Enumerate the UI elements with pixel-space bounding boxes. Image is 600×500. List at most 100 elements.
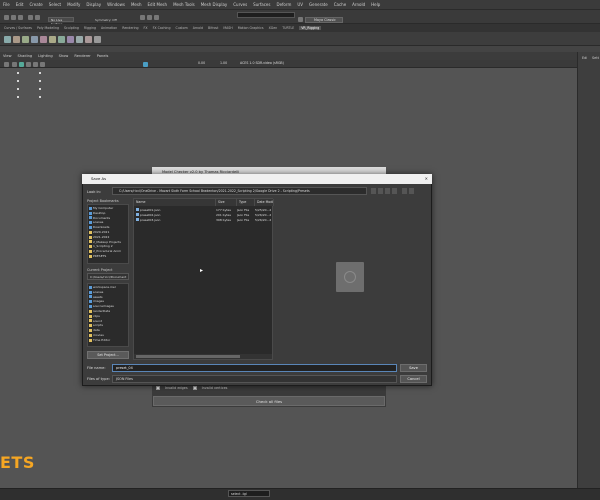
shelf-tab-7[interactable]: FX Caching xyxy=(153,26,171,30)
menu-item-13[interactable]: Deform xyxy=(276,2,291,7)
render-settings-icon[interactable] xyxy=(154,15,159,20)
shelf-tool-6-icon[interactable] xyxy=(49,36,56,43)
menu-item-0[interactable]: File xyxy=(3,2,10,7)
shelf-tool-1-icon[interactable] xyxy=(4,36,11,43)
menu-item-4[interactable]: Modify xyxy=(67,2,80,7)
viewport-menu-0[interactable]: View xyxy=(3,54,12,58)
camera-icon[interactable] xyxy=(4,61,9,67)
textured-icon[interactable] xyxy=(26,61,31,67)
menu-item-15[interactable]: Generate xyxy=(309,2,328,7)
save-button[interactable]: Save xyxy=(400,364,427,372)
shelf-tool-10-icon[interactable] xyxy=(85,36,92,43)
menu-item-5[interactable]: Display xyxy=(86,2,101,7)
current-project-select[interactable]: C:/Users/ricci/Document xyxy=(87,273,129,280)
search-input[interactable] xyxy=(237,12,295,18)
forward-icon[interactable] xyxy=(378,188,383,194)
shelf-tab-9[interactable]: Arnold xyxy=(193,26,203,30)
shelf-tab-1[interactable]: Poly Modeling xyxy=(37,26,59,30)
shelf-tab-2[interactable]: Sculpting xyxy=(64,26,79,30)
viewport-menu-3[interactable]: Show xyxy=(59,54,69,58)
menu-item-1[interactable]: Edit xyxy=(16,2,24,7)
menu-item-8[interactable]: Edit Mesh xyxy=(148,2,168,7)
command-input[interactable]: select -tgl xyxy=(228,490,270,497)
up-folder-icon[interactable] xyxy=(385,188,390,194)
check-all-files-button[interactable]: Check all files xyxy=(153,396,385,406)
menu-item-12[interactable]: Surfaces xyxy=(253,2,270,7)
project-folder-item[interactable]: Time Editor xyxy=(89,338,127,343)
menu-item-2[interactable]: Create xyxy=(29,2,42,7)
set-project-button[interactable]: Set Project... xyxy=(87,351,129,359)
files-of-type-select[interactable]: JSON Files xyxy=(112,375,397,383)
shelf-tool-11-icon[interactable] xyxy=(94,36,101,43)
menu-item-10[interactable]: Mesh Display xyxy=(201,2,228,7)
shadows-icon[interactable] xyxy=(40,61,45,67)
column-name[interactable]: Name xyxy=(134,199,216,206)
save-scene-icon[interactable] xyxy=(18,15,23,20)
menu-item-17[interactable]: Arnold xyxy=(352,2,365,7)
colorspace-label[interactable]: ACES 1.0 SDR-video (sRGB) xyxy=(240,61,284,65)
viewport-menu-4[interactable]: Renderer xyxy=(74,54,90,58)
smooth-shade-icon[interactable] xyxy=(19,61,24,67)
bookmark-item[interactable]: PRESETS xyxy=(89,254,127,259)
invalid-edges-checkbox[interactable] xyxy=(156,386,160,390)
shelf-tab-12[interactable]: Motion Graphics xyxy=(238,26,264,30)
live-surface-select[interactable]: No Live Surface xyxy=(48,17,74,26)
zoom-a-field[interactable]: 0.00 xyxy=(198,61,205,65)
shelf-tab-5[interactable]: Rendering xyxy=(122,26,138,30)
isolate-icon[interactable] xyxy=(143,61,148,67)
shelf-tool-9-icon[interactable] xyxy=(76,36,83,43)
cancel-button[interactable]: Cancel xyxy=(400,375,427,383)
ipr-icon[interactable] xyxy=(147,15,152,20)
menu-item-11[interactable]: Curves xyxy=(233,2,247,7)
detail-view-icon[interactable] xyxy=(409,188,414,194)
file-row-name[interactable]: preset03.json xyxy=(136,218,216,223)
symmetry-label[interactable]: Symmetry: Off xyxy=(95,18,117,22)
settings-tab-label[interactable]: Sett xyxy=(592,56,599,60)
shelf-tab-10[interactable]: Bifrost xyxy=(208,26,218,30)
shelf-tab-11[interactable]: MASH xyxy=(223,26,232,30)
invalid-vertices-checkbox[interactable] xyxy=(192,386,197,390)
user-icon[interactable] xyxy=(298,17,303,22)
back-icon[interactable] xyxy=(371,188,376,194)
shelf-tool-7-icon[interactable] xyxy=(58,36,65,43)
look-in-combo[interactable]: C:/Users/ricci/OneDrive - Mozart Sixth F… xyxy=(112,187,367,195)
shelf-tab-15[interactable]: VR_Rigging xyxy=(299,26,322,30)
zoom-b-field[interactable]: 1.00 xyxy=(220,61,227,65)
menu-item-16[interactable]: Cache xyxy=(334,2,346,7)
column-type[interactable]: Type xyxy=(237,199,255,206)
shelf-tool-8-icon[interactable] xyxy=(67,36,74,43)
file-name-input[interactable]: preset_04 xyxy=(112,364,397,372)
shelf-tool-5-icon[interactable] xyxy=(40,36,47,43)
shelf-tool-2-icon[interactable] xyxy=(13,36,20,43)
open-scene-icon[interactable] xyxy=(11,15,16,20)
menu-item-18[interactable]: Help xyxy=(371,2,380,7)
list-view-icon[interactable] xyxy=(402,188,407,194)
shelf-tab-4[interactable]: Animation xyxy=(101,26,117,30)
viewport-menu-5[interactable]: Panels xyxy=(97,54,109,58)
shelf-tab-0[interactable]: Curves / Surfaces xyxy=(4,26,32,30)
render-icon[interactable] xyxy=(140,15,145,20)
wireframe-icon[interactable] xyxy=(12,61,17,67)
shelf-tab-6[interactable]: FX xyxy=(144,26,148,30)
lights-icon[interactable] xyxy=(33,61,38,67)
viewport-menu-1[interactable]: Shading xyxy=(18,54,33,58)
shelf-tab-3[interactable]: Rigging xyxy=(84,26,96,30)
shelf-tool-4-icon[interactable] xyxy=(31,36,38,43)
menu-item-9[interactable]: Mesh Tools xyxy=(173,2,195,7)
edit-tab-label[interactable]: Edi xyxy=(582,56,587,60)
shelf-tool-3-icon[interactable] xyxy=(22,36,29,43)
menu-item-3[interactable]: Select xyxy=(49,2,61,7)
magnet-icon[interactable] xyxy=(28,15,33,20)
menu-item-7[interactable]: Mesh xyxy=(131,2,142,7)
column-size[interactable]: Size xyxy=(216,199,237,206)
close-icon[interactable]: ✕ xyxy=(425,174,428,184)
scrollbar-thumb[interactable] xyxy=(136,355,240,358)
menu-item-6[interactable]: Windows xyxy=(107,2,125,7)
shelf-tab-14[interactable]: TURTLE xyxy=(282,26,294,30)
snap-grid-icon[interactable] xyxy=(35,15,40,20)
new-folder-icon[interactable] xyxy=(392,188,397,194)
menu-item-14[interactable]: UV xyxy=(297,2,303,7)
new-scene-icon[interactable] xyxy=(4,15,9,20)
shelf-tab-8[interactable]: Custom xyxy=(175,26,187,30)
viewport-menu-2[interactable]: Lighting xyxy=(38,54,53,58)
